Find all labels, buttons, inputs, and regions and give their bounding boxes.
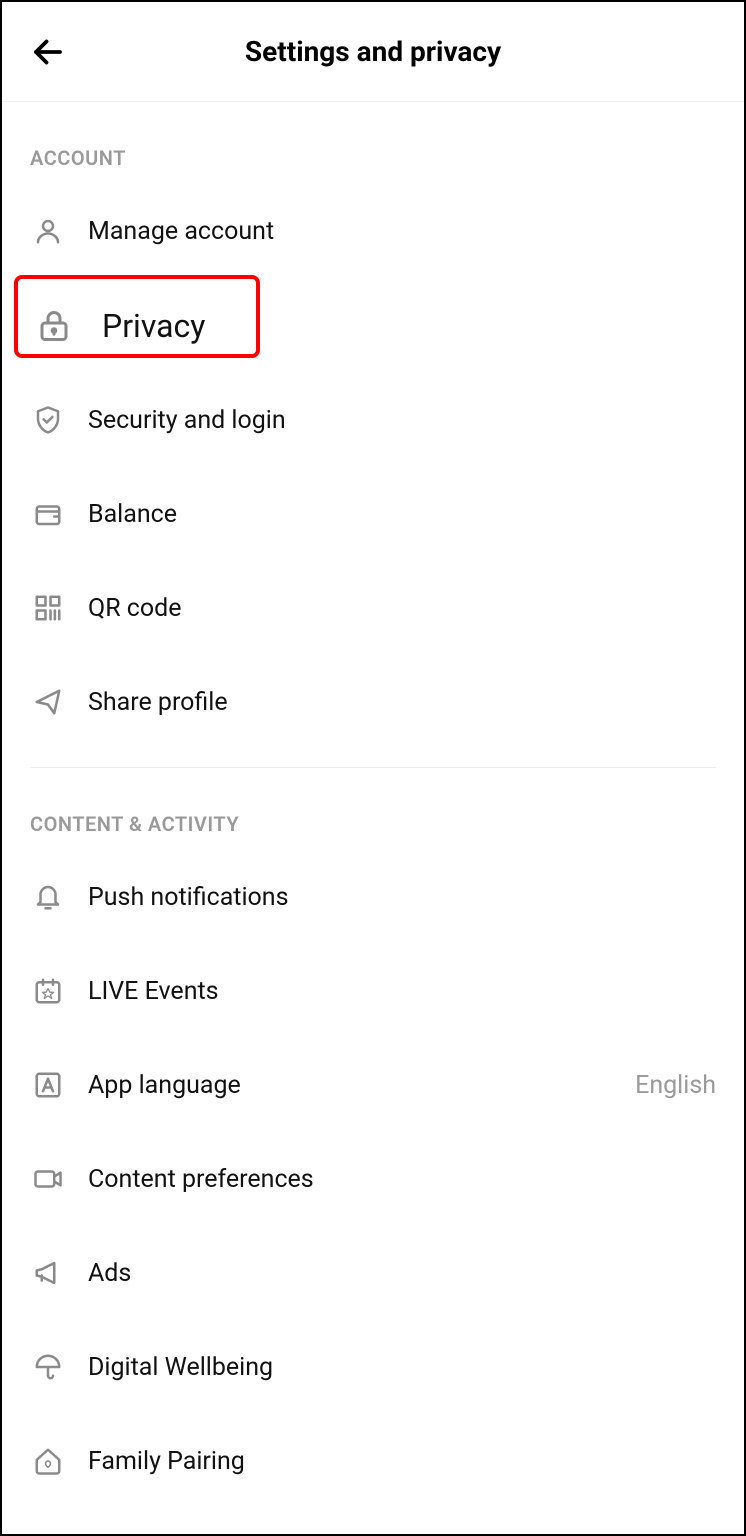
family-pairing-item[interactable]: Family Pairing	[2, 1414, 744, 1508]
ads-label: Ads	[88, 1259, 131, 1288]
digital-wellbeing-item[interactable]: Digital Wellbeing	[2, 1320, 744, 1414]
app-language-value: English	[635, 1071, 716, 1100]
lock-icon	[34, 306, 74, 346]
security-login-item[interactable]: Security and login	[2, 373, 744, 467]
umbrella-icon	[30, 1349, 66, 1385]
push-notifications-label: Push notifications	[88, 883, 289, 912]
digital-wellbeing-label: Digital Wellbeing	[88, 1353, 273, 1382]
section-header-content: CONTENT & ACTIVITY	[2, 768, 744, 850]
qr-code-item[interactable]: QR code	[2, 561, 744, 655]
balance-label: Balance	[88, 500, 177, 529]
live-events-label: LIVE Events	[88, 977, 219, 1006]
page-title: Settings and privacy	[30, 35, 716, 68]
security-login-label: Security and login	[88, 406, 286, 435]
live-events-item[interactable]: LIVE Events	[2, 944, 744, 1038]
section-header-account: ACCOUNT	[2, 102, 744, 184]
language-icon	[30, 1067, 66, 1103]
share-icon	[30, 684, 66, 720]
family-pairing-label: Family Pairing	[88, 1447, 245, 1476]
app-language-label: App language	[88, 1071, 241, 1100]
megaphone-icon	[30, 1255, 66, 1291]
header: Settings and privacy	[2, 2, 744, 102]
qr-code-label: QR code	[88, 594, 182, 623]
content-preferences-item[interactable]: Content preferences	[2, 1132, 744, 1226]
privacy-label: Privacy	[102, 307, 205, 345]
qr-code-icon	[30, 590, 66, 626]
app-language-item[interactable]: App language English	[2, 1038, 744, 1132]
person-icon	[30, 213, 66, 249]
video-icon	[30, 1161, 66, 1197]
shield-icon	[30, 402, 66, 438]
ads-item[interactable]: Ads	[2, 1226, 744, 1320]
calendar-icon	[30, 973, 66, 1009]
bell-icon	[30, 879, 66, 915]
manage-account-item[interactable]: Manage account	[2, 184, 744, 278]
privacy-item[interactable]: Privacy	[2, 284, 744, 367]
share-profile-label: Share profile	[88, 688, 228, 717]
balance-item[interactable]: Balance	[2, 467, 744, 561]
share-profile-item[interactable]: Share profile	[2, 655, 744, 749]
wallet-icon	[30, 496, 66, 532]
home-heart-icon	[30, 1443, 66, 1479]
manage-account-label: Manage account	[88, 217, 274, 246]
back-arrow-icon	[30, 34, 66, 70]
back-button[interactable]	[30, 34, 66, 70]
content-preferences-label: Content preferences	[88, 1165, 314, 1194]
push-notifications-item[interactable]: Push notifications	[2, 850, 744, 944]
